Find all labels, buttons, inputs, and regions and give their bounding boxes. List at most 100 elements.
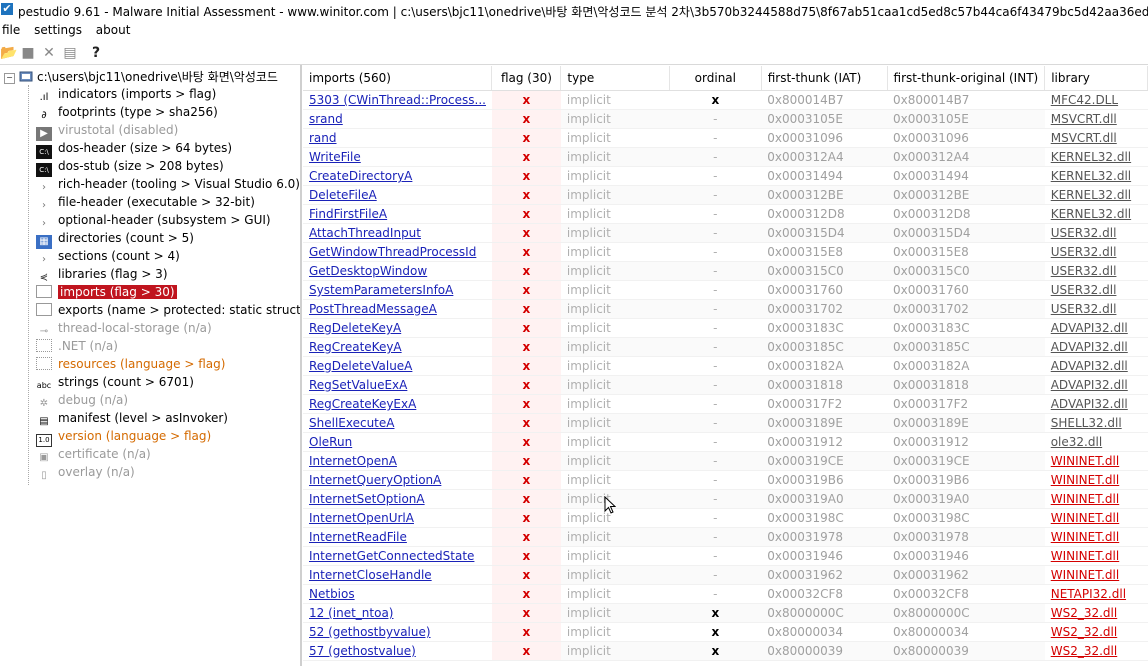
tree-item-exports[interactable]: exports (name > protected: static struct… bbox=[36, 301, 300, 319]
table-row[interactable]: InternetQueryOptionA x implicit -0x000319B6… bbox=[303, 470, 1148, 490]
import-name-link[interactable]: InternetOpenA bbox=[309, 454, 397, 468]
table-row[interactable]: InternetCloseHandle x implicit -0x00031962 0… bbox=[303, 565, 1148, 585]
table-row[interactable]: DeleteFileA x implicit -0x000312BE 0x000312B… bbox=[303, 185, 1148, 205]
menu-settings[interactable]: settings bbox=[32, 21, 87, 37]
tree-item-libraries[interactable]: ⋞ libraries (flag > 3) bbox=[36, 265, 168, 283]
table-row[interactable]: RegDeleteValueA x implicit -0x0003182A 0x000… bbox=[303, 356, 1148, 376]
import-name-link[interactable]: 5303 (CWinThread::Process... bbox=[309, 93, 486, 107]
tree-item-overlay[interactable]: ▯ overlay (n/a) bbox=[36, 463, 135, 481]
help-icon[interactable]: ? bbox=[88, 45, 104, 61]
table-row[interactable]: srand x implicit -0x0003105E 0x0003105E MSVCR… bbox=[303, 109, 1148, 129]
import-name-link[interactable]: InternetCloseHandle bbox=[309, 568, 432, 582]
import-name-link[interactable]: RegDeleteValueA bbox=[309, 359, 412, 373]
tree-root[interactable]: − c:\users\bjc11\onedrive\바탕 화면\악성코드 bbox=[4, 68, 278, 86]
column-header-type[interactable]: type bbox=[560, 66, 670, 91]
import-name-link[interactable]: 57 (gethostvalue) bbox=[309, 644, 416, 658]
import-name-link[interactable]: GetDesktopWindow bbox=[309, 264, 427, 278]
tree-item-manifest[interactable]: ▤ manifest (level > asInvoker) bbox=[36, 409, 228, 427]
tree-item-dos-header[interactable]: C:\ dos-header (size > 64 bytes) bbox=[36, 139, 232, 159]
table-row[interactable]: 5303 (CWinThread::Process... x implicit x 0x… bbox=[303, 90, 1148, 110]
table-row[interactable]: RegDeleteKeyA x implicit -0x0003183C 0x00031… bbox=[303, 318, 1148, 338]
tree-item-file-header[interactable]: › file-header (executable > 32-bit) bbox=[36, 193, 255, 211]
table-row[interactable]: RegCreateKeyA x implicit -0x0003185C 0x00031… bbox=[303, 337, 1148, 357]
import-name-link[interactable]: srand bbox=[309, 112, 343, 126]
tree-item-rich-header[interactable]: › rich-header (tooling > Visual Studio 6.… bbox=[36, 175, 300, 193]
menu-file[interactable]: file bbox=[0, 21, 25, 37]
tree-item-directories[interactable]: ▦ directories (count > 5) bbox=[36, 229, 194, 249]
panel-splitter[interactable] bbox=[300, 65, 302, 666]
table-row[interactable]: GetDesktopWindow x implicit -0x000315C0 0x00… bbox=[303, 261, 1148, 281]
import-name-link[interactable]: SystemParametersInfoA bbox=[309, 283, 453, 297]
import-name-link[interactable]: RegCreateKeyExA bbox=[309, 397, 416, 411]
table-row[interactable]: PostThreadMessageA x implicit -0x00031702 0x… bbox=[303, 299, 1148, 319]
tree-item-footprints[interactable]: ∂ footprints (type > sha256) bbox=[36, 103, 217, 121]
table-row[interactable]: CreateDirectoryA x implicit -0x00031494 0x00… bbox=[303, 166, 1148, 186]
import-name-link[interactable]: RegSetValueExA bbox=[309, 378, 407, 392]
table-row[interactable]: InternetOpenA x implicit -0x000319CE 0x00031… bbox=[303, 451, 1148, 471]
column-header-int[interactable]: first-thunk-original (INT) bbox=[887, 66, 1046, 91]
table-row[interactable]: GetWindowThreadProcessId x implicit -0x0003… bbox=[303, 242, 1148, 262]
tree-item-indicators[interactable]: .ıl indicators (imports > flag) bbox=[36, 85, 217, 103]
clipboard-icon[interactable]: ▤ bbox=[62, 45, 78, 61]
import-name-link[interactable]: FindFirstFileA bbox=[309, 207, 387, 221]
collapse-icon[interactable]: − bbox=[4, 73, 15, 84]
tree-item-imports[interactable]: imports (flag > 30) bbox=[36, 283, 177, 301]
column-header-flag[interactable]: flag (30) bbox=[491, 66, 562, 91]
table-row[interactable]: WriteFile x implicit -0x000312A4 0x000312A4 K… bbox=[303, 147, 1148, 167]
save-icon[interactable]: ■ bbox=[20, 45, 36, 61]
column-header-imports[interactable]: imports (560) bbox=[303, 66, 493, 91]
tree-item-dos-stub[interactable]: C:\ dos-stub (size > 208 bytes) bbox=[36, 157, 224, 177]
tree-item-dotnet[interactable]: .NET (n/a) bbox=[36, 337, 118, 355]
import-name-link[interactable]: InternetSetOptionA bbox=[309, 492, 425, 506]
import-name-link[interactable]: AttachThreadInput bbox=[309, 226, 421, 240]
tree-item-debug[interactable]: ✲ debug (n/a) bbox=[36, 391, 128, 409]
import-name-link[interactable]: ShellExecuteA bbox=[309, 416, 394, 430]
import-name-link[interactable]: 52 (gethostbyvalue) bbox=[309, 625, 431, 639]
import-name-link[interactable]: CreateDirectoryA bbox=[309, 169, 412, 183]
table-row[interactable]: RegCreateKeyExA x implicit -0x000317F2 0x000… bbox=[303, 394, 1148, 414]
tree-item-strings[interactable]: abc strings (count > 6701) bbox=[36, 373, 194, 391]
table-row[interactable]: Netbios x implicit -0x00032CF8 0x00032CF8 NET… bbox=[303, 584, 1148, 604]
table-row[interactable]: AttachThreadInput x implicit -0x000315D4 0x0… bbox=[303, 223, 1148, 243]
tree-item-resources[interactable]: resources (language > flag) bbox=[36, 355, 225, 373]
column-header-library[interactable]: library bbox=[1044, 66, 1148, 91]
import-name-link[interactable]: GetWindowThreadProcessId bbox=[309, 245, 476, 259]
import-name-link[interactable]: RegCreateKeyA bbox=[309, 340, 402, 354]
column-header-iat[interactable]: first-thunk (IAT) bbox=[761, 66, 888, 91]
tree-item-sections[interactable]: › sections (count > 4) bbox=[36, 247, 180, 265]
table-row[interactable]: OleRun x implicit -0x00031912 0x00031912 ole3… bbox=[303, 432, 1148, 452]
table-row[interactable]: InternetGetConnectedState x implicit -0x000… bbox=[303, 546, 1148, 566]
table-row[interactable]: 12 (inet_ntoa) x implicit x 0x8000000C 0x8000… bbox=[303, 603, 1148, 623]
import-name-link[interactable]: Netbios bbox=[309, 587, 355, 601]
tree-item-certificate[interactable]: ▣ certificate (n/a) bbox=[36, 445, 150, 463]
import-name-link[interactable]: rand bbox=[309, 131, 337, 145]
import-name-link[interactable]: InternetGetConnectedState bbox=[309, 549, 474, 563]
import-name-link[interactable]: DeleteFileA bbox=[309, 188, 377, 202]
menu-about[interactable]: about bbox=[94, 21, 136, 37]
table-row[interactable]: ShellExecuteA x implicit -0x0003189E 0x00031… bbox=[303, 413, 1148, 433]
open-folder-icon[interactable]: 📂 bbox=[0, 45, 17, 61]
import-name-link[interactable]: InternetOpenUrlA bbox=[309, 511, 414, 525]
import-name-link[interactable]: InternetQueryOptionA bbox=[309, 473, 441, 487]
tree-item-virustotal[interactable]: ▶ virustotal (disabled) bbox=[36, 121, 178, 141]
close-icon[interactable]: ✕ bbox=[41, 45, 57, 61]
tree-item-optional-header[interactable]: › optional-header (subsystem > GUI) bbox=[36, 211, 271, 229]
import-name-link[interactable]: OleRun bbox=[309, 435, 352, 449]
tree-item-thread-local-storage[interactable]: ⊸ thread-local-storage (n/a) bbox=[36, 319, 212, 337]
import-name-link[interactable]: PostThreadMessageA bbox=[309, 302, 437, 316]
import-name-link[interactable]: 12 (inet_ntoa) bbox=[309, 606, 393, 620]
table-row[interactable]: SystemParametersInfoA x implicit -0x0003176… bbox=[303, 280, 1148, 300]
import-name-link[interactable]: RegDeleteKeyA bbox=[309, 321, 401, 335]
import-name-link[interactable]: InternetReadFile bbox=[309, 530, 407, 544]
table-row[interactable]: 52 (gethostbyvalue) x implicit x 0x80000034 0… bbox=[303, 622, 1148, 642]
table-row[interactable]: InternetReadFile x implicit -0x00031978 0x00… bbox=[303, 527, 1148, 547]
tree-item-version[interactable]: 1.0 version (language > flag) bbox=[36, 427, 211, 447]
table-row[interactable]: RegSetValueExA x implicit -0x00031818 0x0003… bbox=[303, 375, 1148, 395]
column-header-ordinal[interactable]: ordinal bbox=[669, 66, 762, 91]
table-row[interactable]: FindFirstFileA x implicit -0x000312D8 0x0003… bbox=[303, 204, 1148, 224]
table-row[interactable]: 57 (gethostvalue) x implicit x 0x80000039 0x8… bbox=[303, 641, 1148, 661]
import-name-link[interactable]: WriteFile bbox=[309, 150, 361, 164]
table-row[interactable]: InternetSetOptionA x implicit -0x000319A0 0x… bbox=[303, 489, 1148, 509]
table-row[interactable]: InternetOpenUrlA x implicit -0x0003198C 0x00… bbox=[303, 508, 1148, 528]
table-row[interactable]: rand x implicit -0x00031096 0x00031096 MSVCRT… bbox=[303, 128, 1148, 148]
